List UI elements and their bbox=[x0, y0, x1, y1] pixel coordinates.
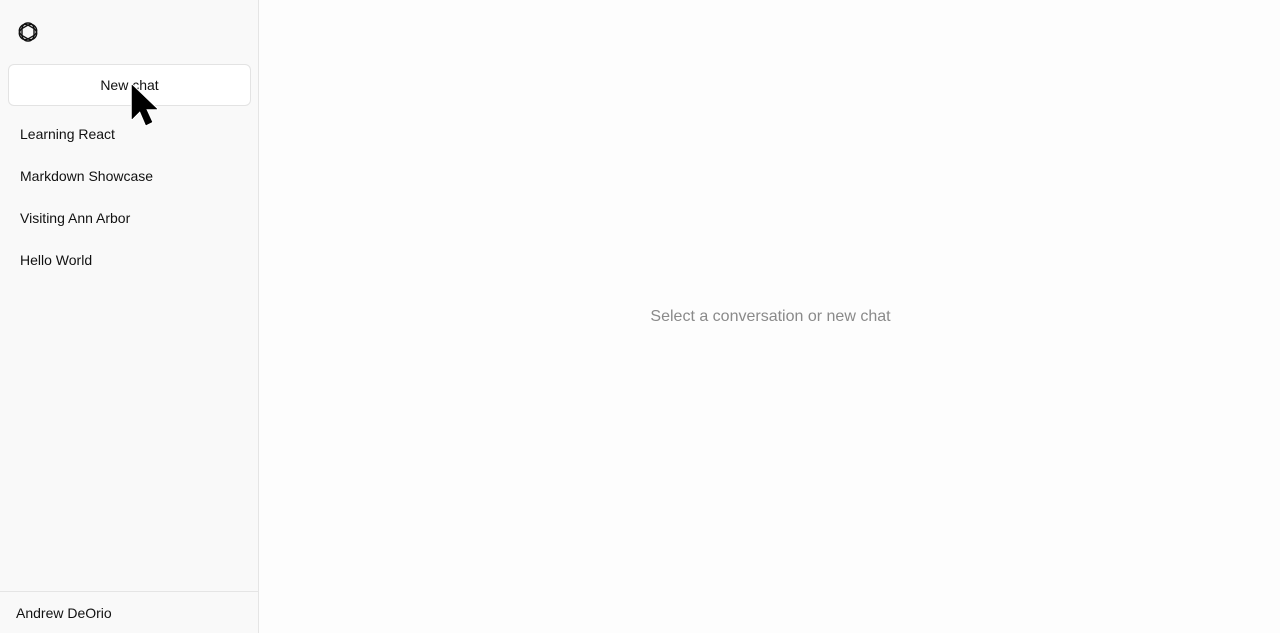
conversation-item[interactable]: Markdown Showcase bbox=[0, 155, 259, 197]
conversation-list: Learning React Markdown Showcase Visitin… bbox=[0, 113, 259, 281]
conversation-item[interactable]: Learning React bbox=[0, 113, 259, 155]
conversation-label: Learning React bbox=[20, 126, 115, 142]
app-window: New chat Learning React Markdown Showcas… bbox=[0, 0, 1280, 633]
conversation-label: Visiting Ann Arbor bbox=[20, 210, 131, 226]
conversation-label: Hello World bbox=[20, 252, 93, 268]
user-name: Andrew DeOrio bbox=[16, 604, 112, 621]
main-panel: Select a conversation or new chat bbox=[259, 0, 1280, 633]
openai-logo-icon[interactable] bbox=[16, 20, 40, 44]
user-profile[interactable]: Andrew DeOrio bbox=[0, 591, 258, 633]
new-chat-label: New chat bbox=[100, 77, 159, 93]
new-chat-button[interactable]: New chat bbox=[8, 64, 251, 106]
conversation-item[interactable]: Hello World bbox=[0, 239, 259, 281]
conversation-label: Markdown Showcase bbox=[20, 168, 154, 184]
empty-state-text: Select a conversation or new chat bbox=[650, 307, 891, 325]
conversation-item[interactable]: Visiting Ann Arbor bbox=[0, 197, 259, 239]
sidebar: New chat Learning React Markdown Showcas… bbox=[0, 0, 259, 633]
